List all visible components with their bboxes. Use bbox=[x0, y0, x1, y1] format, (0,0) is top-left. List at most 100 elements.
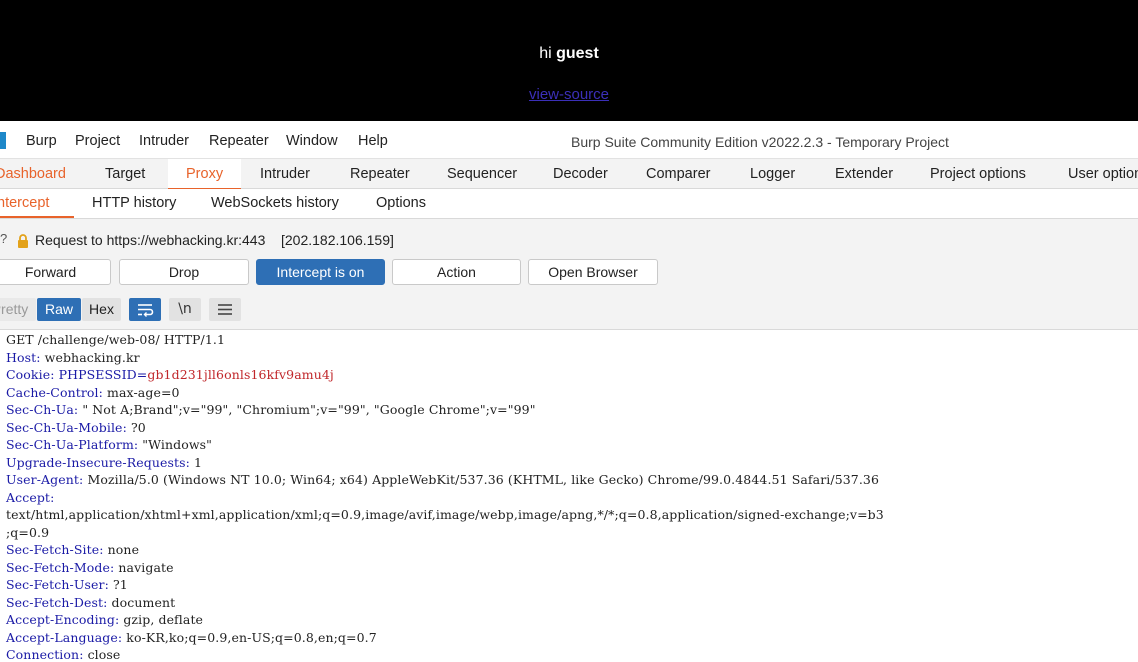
header-key: Accept-Language bbox=[6, 629, 118, 645]
request-editor[interactable]: GET /challenge/web-08/ HTTP/1.1 Host: we… bbox=[0, 329, 1138, 662]
request-ip: [202.182.106.159] bbox=[281, 232, 394, 248]
header-key: User-Agent bbox=[6, 472, 80, 487]
header-key: Accept bbox=[6, 489, 51, 505]
drop-button[interactable]: Drop bbox=[119, 259, 249, 285]
header-accept-continuation-2: ;q=0.9 bbox=[6, 524, 50, 540]
header-key: Sec-Fetch-User bbox=[6, 577, 105, 592]
help-icon[interactable]: ? bbox=[0, 231, 7, 246]
header-value: max-age=0 bbox=[107, 384, 180, 400]
greeting-name: guest bbox=[556, 45, 599, 62]
view-source-link[interactable]: view-source bbox=[529, 86, 609, 103]
header-cache-control: Cache-Control: max-age=0 bbox=[6, 384, 180, 400]
header-sec-fetch-dest: Sec-Fetch-Dest: document bbox=[6, 594, 176, 610]
lock-icon bbox=[18, 234, 28, 248]
header-value: webhacking.kr bbox=[44, 349, 140, 365]
tab-intruder[interactable]: Intruder bbox=[260, 166, 310, 182]
menu-repeater[interactable]: Repeater bbox=[209, 133, 269, 149]
header-value: 1 bbox=[194, 454, 203, 470]
tab-proxy-options[interactable]: Options bbox=[376, 195, 426, 211]
header-value: " Not A;Brand";v="99", "Chromium";v="99"… bbox=[82, 402, 536, 417]
intercept-toggle-button[interactable]: Intercept is on bbox=[256, 259, 385, 285]
tab-sequencer[interactable]: Sequencer bbox=[447, 166, 517, 182]
header-key: Accept-Encoding bbox=[6, 612, 115, 627]
header-accept-continuation: text/html,application/xhtml+xml,applicat… bbox=[6, 507, 884, 522]
header-key: Sec-Ch-Ua bbox=[6, 402, 74, 417]
tab-intercept[interactable]: Intercept bbox=[0, 195, 49, 211]
raw-view-button[interactable]: Raw bbox=[37, 298, 81, 321]
tab-repeater[interactable]: Repeater bbox=[350, 166, 410, 182]
menu-burp[interactable]: Burp bbox=[26, 133, 57, 149]
header-key: Cache-Control bbox=[6, 384, 99, 400]
tab-comparer[interactable]: Comparer bbox=[646, 166, 710, 182]
header-cookie: Cookie: PHPSESSID=gb1d231jll6onls16kfv9a… bbox=[6, 367, 334, 382]
header-value: navigate bbox=[118, 559, 174, 575]
pretty-view-button[interactable]: Pretty bbox=[0, 298, 36, 321]
header-key: Sec-Fetch-Mode bbox=[6, 559, 110, 575]
cookie-name: PHPSESSID bbox=[58, 367, 137, 382]
header-value: ko-KR,ko;q=0.9,en-US;q=0.8,en;q=0.7 bbox=[126, 629, 377, 645]
view-source-link-wrap: view-source bbox=[0, 86, 1138, 103]
tab-decoder[interactable]: Decoder bbox=[553, 166, 608, 182]
header-value: ?1 bbox=[112, 577, 128, 592]
burp-window: Burp Project Intruder Repeater Window He… bbox=[0, 121, 1138, 662]
header-value: close bbox=[87, 647, 121, 662]
header-accept-language: Accept-Language: ko-KR,ko;q=0.9,en-US;q=… bbox=[6, 629, 377, 645]
request-target: Request to https://webhacking.kr:443 bbox=[35, 232, 266, 248]
header-sec-ch-ua-platform: Sec-Ch-Ua-Platform: "Windows" bbox=[6, 437, 213, 452]
cookie-value: gb1d231jll6onls16kfv9amu4j bbox=[147, 367, 334, 382]
tab-http-history[interactable]: HTTP history bbox=[92, 195, 176, 211]
header-sec-fetch-mode: Sec-Fetch-Mode: navigate bbox=[6, 559, 174, 575]
header-key: Cookie bbox=[6, 367, 51, 382]
webpage-area: hi guest view-source bbox=[0, 0, 1138, 121]
header-sec-ch-ua: Sec-Ch-Ua: " Not A;Brand";v="99", "Chrom… bbox=[6, 402, 536, 417]
tab-user-options[interactable]: User options bbox=[1068, 166, 1138, 182]
greeting-text: hi guest bbox=[0, 45, 1138, 63]
wrap-lines-icon[interactable] bbox=[129, 298, 161, 321]
newline-toggle-button[interactable]: \n bbox=[169, 298, 201, 321]
header-user-agent: User-Agent: Mozilla/5.0 (Windows NT 10.0… bbox=[6, 472, 880, 487]
tab-websockets-history[interactable]: WebSockets history bbox=[211, 195, 339, 211]
tab-dashboard[interactable]: Dashboard bbox=[0, 166, 66, 182]
header-key: Host bbox=[6, 349, 37, 365]
menubar: Burp Project Intruder Repeater Window He… bbox=[0, 121, 1138, 159]
header-value: Mozilla/5.0 (Windows NT 10.0; Win64; x64… bbox=[87, 472, 880, 487]
header-value: gzip, deflate bbox=[123, 612, 204, 627]
header-key: Sec-Ch-Ua-Mobile bbox=[6, 419, 123, 435]
header-sec-ch-ua-mobile: Sec-Ch-Ua-Mobile: ?0 bbox=[6, 419, 146, 435]
menu-help[interactable]: Help bbox=[358, 133, 388, 149]
menu-window[interactable]: Window bbox=[286, 133, 338, 149]
header-key: Sec-Fetch-Site bbox=[6, 542, 100, 557]
open-browser-button[interactable]: Open Browser bbox=[528, 259, 658, 285]
header-value: none bbox=[107, 542, 140, 557]
header-key: Upgrade-Insecure-Requests bbox=[6, 454, 186, 470]
tab-target[interactable]: Target bbox=[105, 166, 145, 182]
intercept-tab-underline bbox=[0, 216, 74, 218]
menu-intruder[interactable]: Intruder bbox=[139, 133, 189, 149]
header-value: ?0 bbox=[130, 419, 146, 435]
request-line: GET /challenge/web-08/ HTTP/1.1 bbox=[6, 332, 226, 347]
burp-logo-icon bbox=[0, 132, 6, 149]
header-connection: Connection: close bbox=[6, 647, 121, 662]
header-sec-fetch-user: Sec-Fetch-User: ?1 bbox=[6, 577, 128, 592]
header-value: document bbox=[111, 594, 176, 610]
header-key: Connection bbox=[6, 647, 80, 662]
menu-lines-icon[interactable] bbox=[209, 298, 241, 321]
header-sec-fetch-site: Sec-Fetch-Site: none bbox=[6, 542, 140, 557]
tab-proxy[interactable]: Proxy bbox=[186, 166, 223, 182]
forward-button[interactable]: Forward bbox=[0, 259, 111, 285]
tab-logger[interactable]: Logger bbox=[750, 166, 795, 182]
hex-view-button[interactable]: Hex bbox=[82, 298, 121, 321]
header-accept-encoding: Accept-Encoding: gzip, deflate bbox=[6, 612, 204, 627]
header-key: Sec-Ch-Ua-Platform bbox=[6, 437, 134, 452]
header-value: "Windows" bbox=[142, 437, 213, 452]
header-host: Host: webhacking.kr bbox=[6, 349, 140, 365]
menu-project[interactable]: Project bbox=[75, 133, 120, 149]
header-key: Sec-Fetch-Dest bbox=[6, 594, 104, 610]
header-accept: Accept: bbox=[6, 489, 55, 505]
action-button[interactable]: Action bbox=[392, 259, 521, 285]
window-title: Burp Suite Community Edition v2022.2.3 -… bbox=[571, 134, 949, 150]
header-upgrade-insecure-requests: Upgrade-Insecure-Requests: 1 bbox=[6, 454, 203, 470]
greeting-prefix: hi bbox=[539, 45, 552, 62]
tab-extender[interactable]: Extender bbox=[835, 166, 893, 182]
tab-project-options[interactable]: Project options bbox=[930, 166, 1026, 182]
